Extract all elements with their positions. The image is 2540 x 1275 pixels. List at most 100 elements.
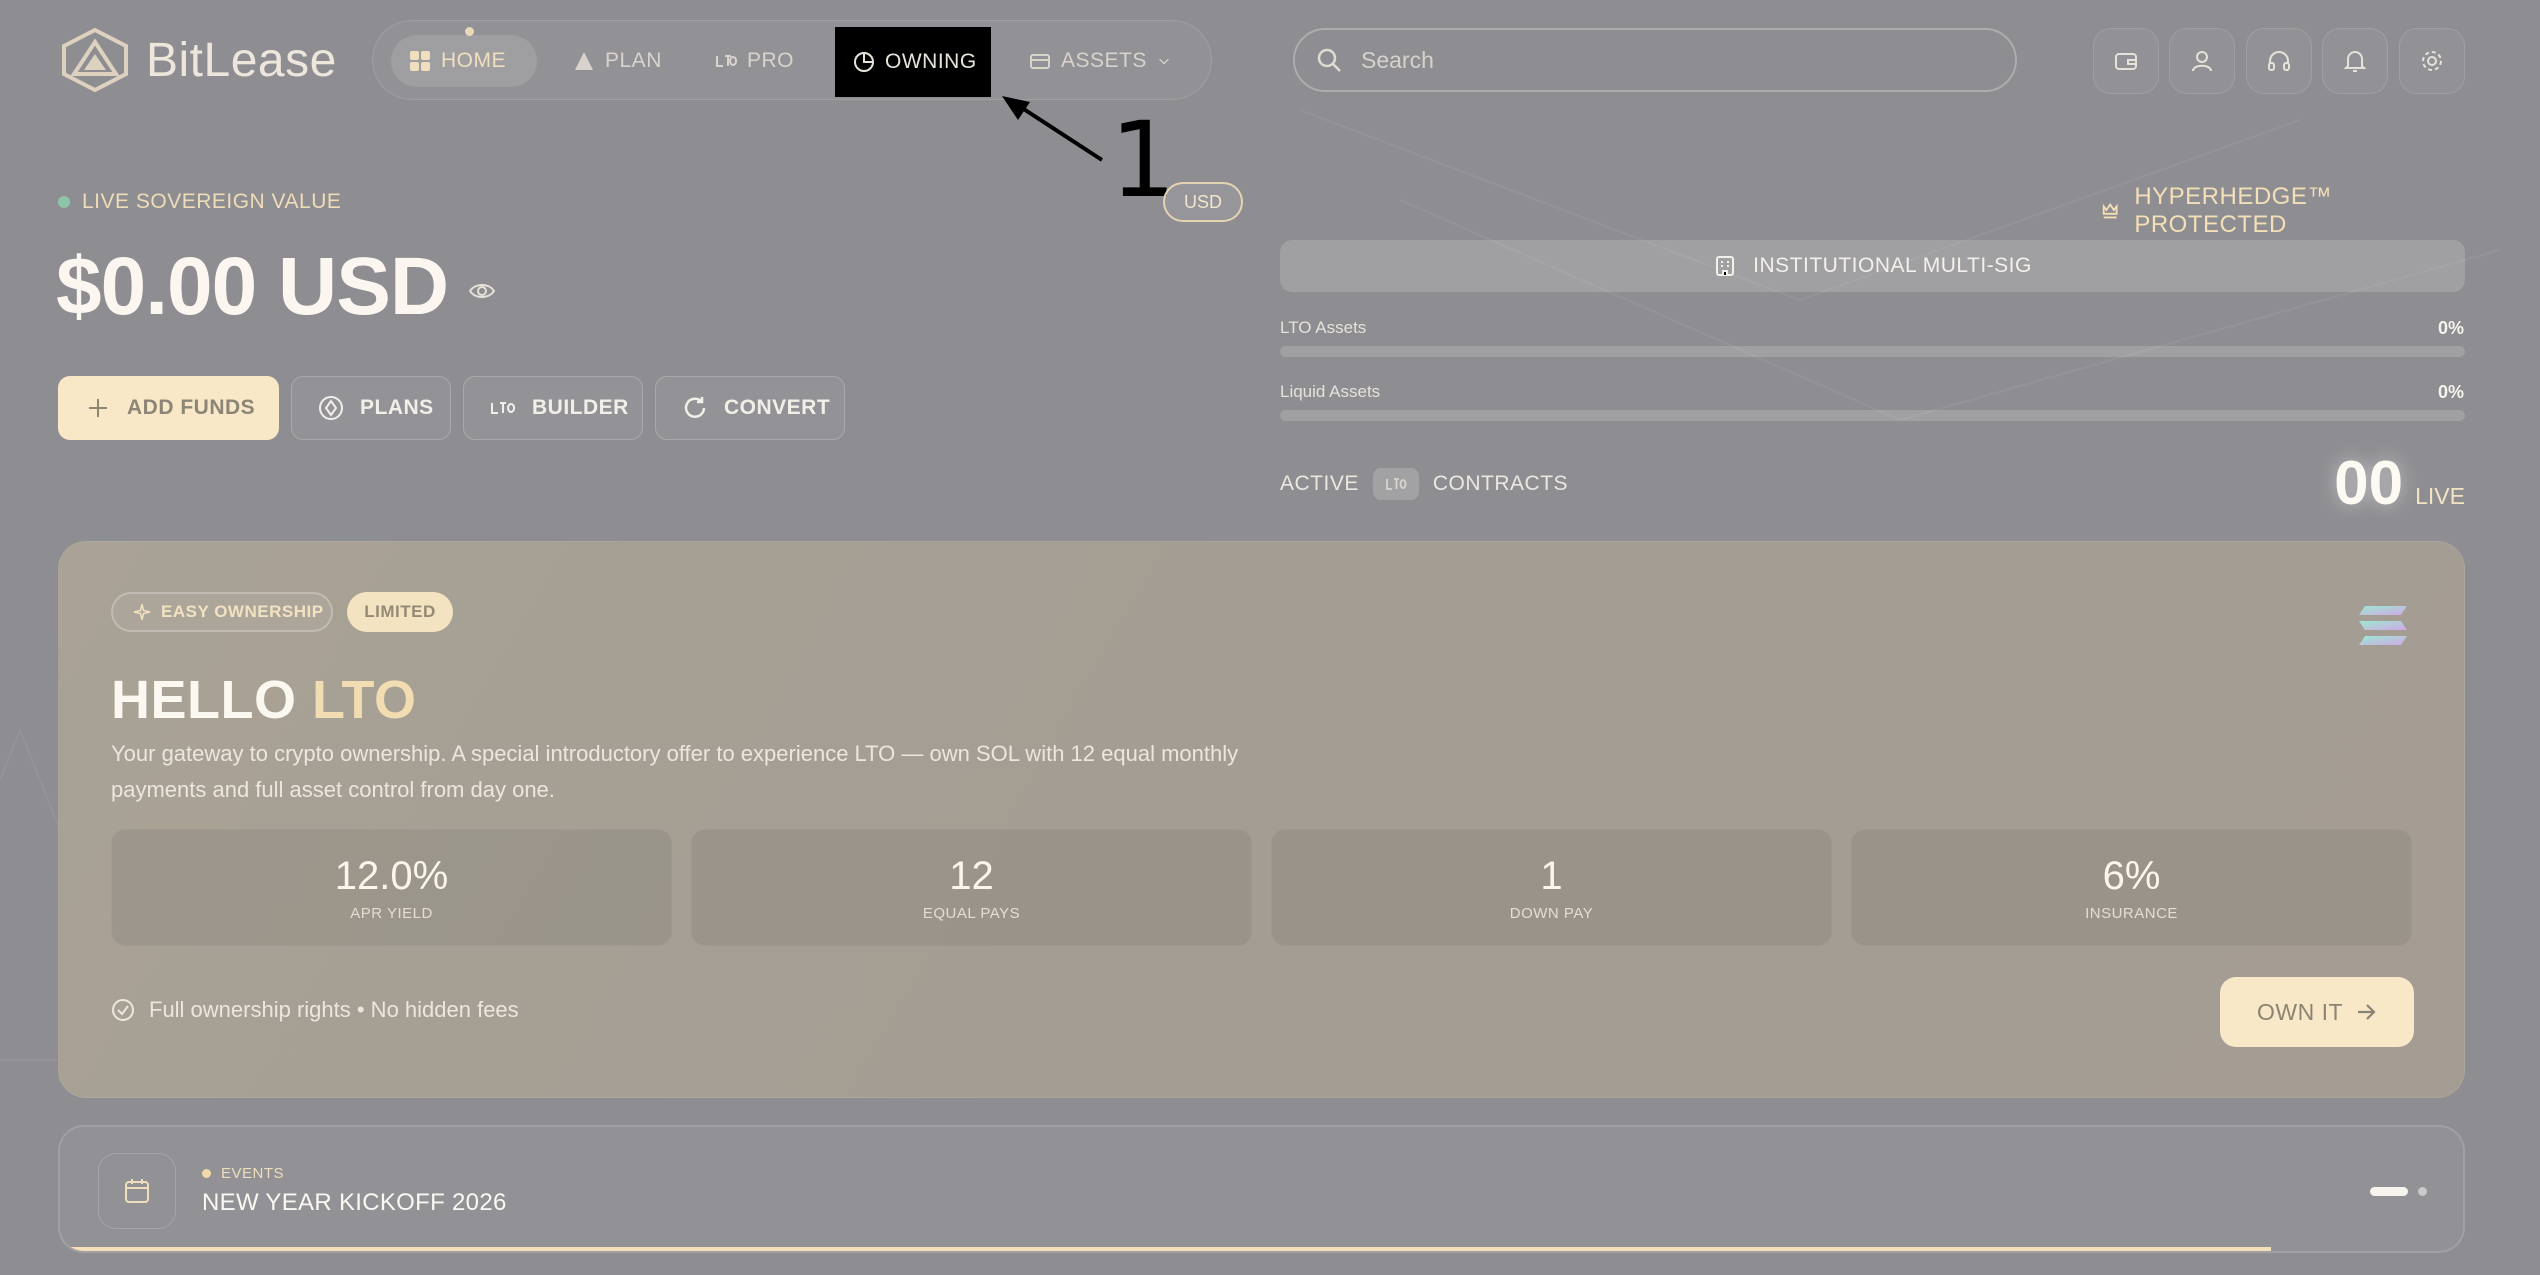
contracts-prefix: ACTIVE [1280,472,1359,495]
arrow-right-icon [2358,1004,2376,1020]
notifications-button[interactable] [2322,28,2388,94]
events-tag-text: EVENTS [221,1165,285,1182]
alloc-label-liquid: Liquid Assets [1280,382,1381,401]
user-icon [2192,51,2212,72]
bell-icon [2343,51,2367,72]
solana-logo-icon [2359,606,2407,645]
gear-icon [2422,51,2442,71]
building-icon [1716,256,1735,276]
brand-logo[interactable]: BitLease [58,26,337,94]
settings-button[interactable] [2399,28,2465,94]
nav-tab-pro[interactable]: PRO [715,35,794,87]
builder-label: BUILDER [532,396,629,419]
bitlease-logo-icon [62,27,128,93]
nav-tab-label: PRO [747,49,795,72]
live-contracts-number: 00 [2334,449,2404,518]
check-circle-icon [112,999,134,1021]
calendar-box [98,1153,176,1229]
wallet-button[interactable] [2093,28,2159,94]
plans-button[interactable]: PLANS [291,376,451,440]
stat-label: EQUAL PAYS [922,904,1021,922]
events-tag: EVENTS [202,1165,284,1182]
search-icon [1317,48,1341,72]
search-bar[interactable] [1293,28,2017,92]
stat-value: 12.0% [334,853,449,898]
nav-tab-assets[interactable]: ASSETS [1029,35,1171,87]
multisig-banner[interactable]: INSTITUTIONAL MULTI-SIG [1280,240,2465,292]
wallet-icon [2115,53,2137,70]
chevron-down-icon [1158,58,1169,65]
alloc-label-lto: LTO Assets [1280,318,1367,337]
support-button[interactable] [2246,28,2312,94]
refresh-icon [684,397,706,418]
nav-tab-home[interactable]: HOME [391,35,537,87]
alloc-bar-lto [1280,346,2465,357]
contracts-suffix: CONTRACTS [1432,472,1569,495]
convert-button[interactable]: CONVERT [655,376,845,440]
stat-value: 12 [949,853,994,898]
lto-icon [491,402,516,414]
promo-title-accent: LTO [312,670,417,730]
event-title: NEW YEAR KICKOFF 2026 [202,1189,507,1216]
pie-chart-icon [854,52,874,72]
calendar-icon [125,1179,149,1203]
ownership-rights-text: Full ownership rights • No hidden fees [149,997,519,1022]
nav-tab-label: HOME [441,49,506,72]
balance-display: $0.00 USD [56,240,496,334]
main-nav: HOME PLAN PRO OWNING ASSETS [372,20,1212,100]
stat-label: INSURANCE [2085,904,2178,922]
convert-label: CONVERT [724,396,831,419]
profile-button[interactable] [2169,28,2235,94]
search-input[interactable] [1361,46,1981,74]
eye-icon[interactable] [468,277,496,305]
stat-label: DOWN PAY [1509,904,1594,922]
live-value-label: LIVE SOVEREIGN VALUE [58,190,341,214]
diamond-icon [319,396,343,420]
events-pager [2370,1187,2427,1196]
dashboard-page: BitLease HOME PLAN PRO OWNING ASSETS 1 S… [0,0,2540,1275]
limited-badge: LIMITED [347,592,453,632]
nav-tab-label: PLAN [605,49,662,72]
builder-button[interactable]: BUILDER [463,376,643,440]
easy-ownership-tag: EASY OWNERSHIP [111,592,333,632]
shield-crown-icon [2102,202,2118,219]
brand-name: BitLease [146,33,337,87]
contracts-chip [1372,468,1419,500]
add-funds-button[interactable]: ADD FUNDS [58,376,279,440]
stat-card-apr: 12.0% APR YIELD [111,829,672,946]
triangle-icon [575,52,593,70]
stat-value: 6% [2102,853,2161,898]
own-it-label: OWN IT [2256,998,2344,1025]
add-funds-label: ADD FUNDS [127,396,256,419]
stat-card-equal-pays: 12 EQUAL PAYS [691,829,1252,946]
plus-icon [89,399,107,417]
stat-card-insurance: 6% INSURANCE [1851,829,2412,946]
annotation-arrow [1002,96,1104,162]
grid-icon [410,51,430,71]
currency-selector[interactable]: USD [1163,182,1243,222]
hyperhedge-text: HYPERHEDGE™ PROTECTED [2134,183,2332,238]
stat-label: APR YIELD [350,904,433,922]
hyperhedge-status: HYPERHEDGE™ PROTECTED [2100,183,2464,239]
lto-icon [716,55,737,67]
own-it-button[interactable]: OWN IT [2220,977,2414,1047]
promo-card: EASY OWNERSHIP LIMITED HELLO LTO Your ga… [58,541,2465,1098]
nav-tab-label: ASSETS [1061,49,1147,72]
events-banner[interactable]: EVENTS NEW YEAR KICKOFF 2026 [58,1125,2465,1253]
multisig-text: INSTITUTIONAL MULTI-SIG [1753,254,2032,277]
pager-dot[interactable] [2418,1187,2427,1196]
stat-card-down-pay: 1 DOWN PAY [1271,829,1832,946]
alloc-bar-liquid [1280,410,2465,421]
wallet-icon [1030,54,1050,69]
alloc-percent-lto: 0% [2437,318,2464,338]
promo-title: HELLO LTO [111,669,417,731]
pager-dot-active[interactable] [2370,1187,2408,1196]
alloc-percent-liquid: 0% [2437,382,2464,402]
promo-title-main: HELLO [111,670,297,730]
sparkle-icon [133,603,151,621]
events-dot [202,1169,211,1178]
nav-tab-owning[interactable]: OWNING [835,27,991,97]
balance-value: $0.00 USD [56,241,449,332]
active-contracts-label: ACTIVE CONTRACTS [1280,468,1568,500]
nav-tab-plan[interactable]: PLAN [573,35,662,87]
